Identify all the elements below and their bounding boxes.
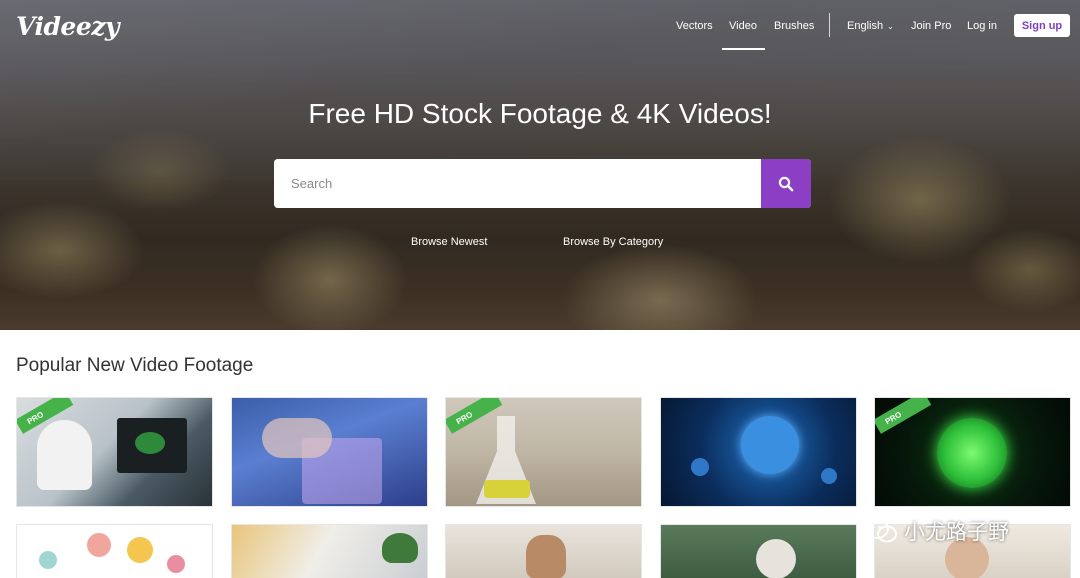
thumbnail-figure <box>37 420 92 490</box>
video-thumbnail[interactable]: PRO <box>16 397 213 507</box>
nav-vectors[interactable]: Vectors <box>676 20 713 32</box>
thumbnail-plant <box>382 533 418 563</box>
thumbnail-virus-small <box>691 458 709 476</box>
watermark: 小尤路子野 <box>864 513 1009 549</box>
hero-title: Free HD Stock Footage & 4K Videos! <box>308 98 772 129</box>
pro-badge: PRO <box>875 398 932 434</box>
thumbnail-icon-circle <box>167 555 185 573</box>
thumbnail-hand <box>262 418 332 458</box>
nav-active-indicator <box>722 48 765 50</box>
nav-divider <box>829 13 830 37</box>
video-thumbnail[interactable] <box>16 524 213 578</box>
search-icon <box>778 176 794 191</box>
video-thumbnail[interactable] <box>445 524 642 578</box>
thumbnail-icon-circle <box>127 537 153 563</box>
chevron-down-icon: ⌄ <box>887 22 894 31</box>
video-thumbnail[interactable]: PRO <box>445 397 642 507</box>
thumbnail-person <box>526 535 566 578</box>
nav-brushes[interactable]: Brushes <box>774 20 814 32</box>
thumbnail-green-virus <box>937 418 1007 488</box>
top-nav: Vectors Video Brushes English ⌄ Join Pro … <box>0 0 1080 52</box>
video-thumbnail[interactable] <box>231 524 428 578</box>
search-bar <box>274 159 811 208</box>
nav-join-pro[interactable]: Join Pro <box>911 20 951 32</box>
wechat-icon <box>865 519 897 543</box>
thumbnail-virus-small <box>821 468 837 484</box>
thumbnail-liquid <box>484 480 530 498</box>
language-selector[interactable]: English ⌄ <box>847 20 894 32</box>
video-thumbnail[interactable]: PRO <box>874 397 1071 507</box>
thumbnail-screen-image <box>135 432 165 454</box>
pro-badge: PRO <box>446 398 503 434</box>
section-title: Popular New Video Footage <box>16 355 254 376</box>
language-label: English <box>847 20 884 32</box>
hero-banner: Videezy Vectors Video Brushes English ⌄ J… <box>0 0 1080 330</box>
thumbnail-virus <box>741 416 799 474</box>
browse-newest-link[interactable]: Browse Newest <box>411 236 487 248</box>
thumbnail-icon-circle <box>87 533 111 557</box>
thumbnail-person <box>756 539 796 578</box>
thumbnail-icon-circle <box>39 551 57 569</box>
video-thumbnail[interactable] <box>660 397 857 507</box>
search-input[interactable] <box>274 159 761 208</box>
video-thumbnail[interactable] <box>231 397 428 507</box>
search-button[interactable] <box>761 159 811 208</box>
nav-login[interactable]: Log in <box>967 20 997 32</box>
signup-button[interactable]: Sign up <box>1014 14 1070 37</box>
browse-category-link[interactable]: Browse By Category <box>563 236 663 248</box>
watermark-text: 小尤路子野 <box>904 521 1009 544</box>
nav-video[interactable]: Video <box>729 20 757 32</box>
video-thumbnail[interactable] <box>660 524 857 578</box>
